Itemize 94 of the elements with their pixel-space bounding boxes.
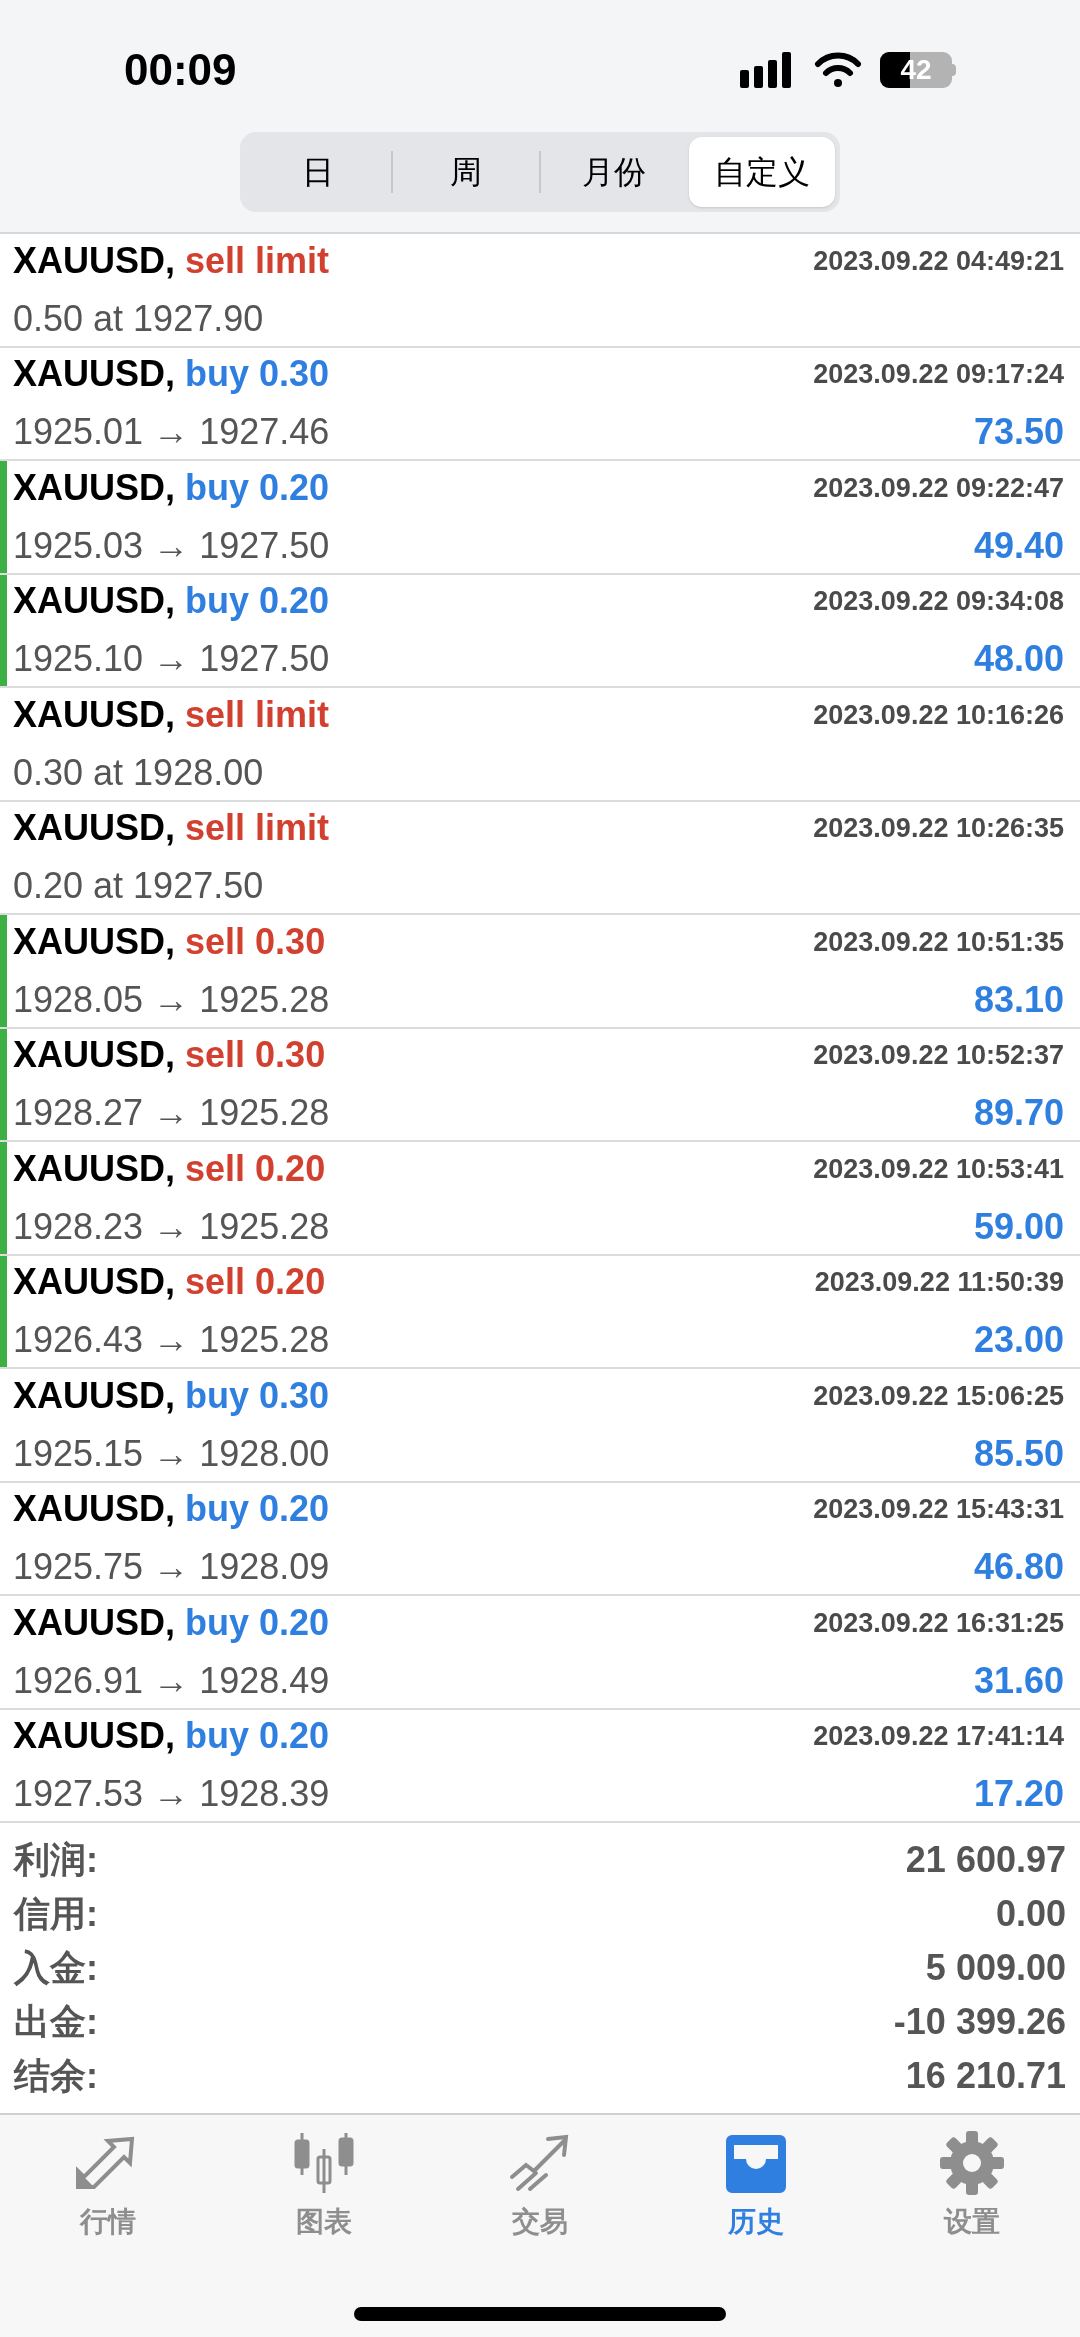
order-time: 2023.09.22 15:43:31 — [813, 1493, 1064, 1526]
price-detail: 1927.53 → 1928.39 — [13, 1772, 330, 1817]
order-row[interactable]: XAUUSD, sell limit 2023.09.22 10:26:35 0.20 at 1927.50 — [0, 801, 1080, 915]
profit-value: 85.50 — [973, 1431, 1064, 1476]
profit-value: 73.50 — [973, 410, 1064, 455]
order-type: buy 0.30 — [185, 1373, 330, 1418]
order-time: 2023.09.22 10:53:41 — [813, 1152, 1064, 1186]
order-type: buy 0.20 — [185, 579, 330, 624]
summary-value: 16 210.71 — [905, 2054, 1066, 2098]
order-type: buy 0.20 — [185, 465, 330, 510]
price-detail: 1925.10 → 1927.50 — [13, 637, 330, 682]
profit-value: 48.00 — [973, 637, 1064, 682]
price-detail: 1925.01 → 1927.46 — [13, 410, 330, 455]
symbol-label: XAUUSD, — [13, 1487, 176, 1532]
symbol-label: XAUUSD, — [13, 919, 176, 964]
symbol-label: XAUUSD, — [13, 238, 176, 283]
order-time: 2023.09.22 09:17:24 — [813, 358, 1064, 391]
order-time: 2023.09.22 11:50:39 — [814, 1266, 1064, 1299]
price-detail: 1928.23 → 1925.28 — [13, 1204, 330, 1249]
order-type: buy 0.20 — [185, 1600, 330, 1645]
order-time: 2023.09.22 09:22:47 — [813, 471, 1064, 505]
symbol-label: XAUUSD, — [13, 465, 176, 510]
symbol-label: XAUUSD, — [13, 579, 176, 624]
candlestick-icon — [292, 2131, 356, 2195]
order-row[interactable]: XAUUSD, sell 0.30 2023.09.22 10:51:35 1928.05 → 1925.28 83.10 — [0, 915, 1080, 1029]
price-detail: 1925.15 → 1928.00 — [13, 1431, 330, 1476]
symbol-label: XAUUSD, — [13, 1033, 176, 1078]
order-type: sell 0.30 — [185, 1033, 326, 1078]
order-time: 2023.09.22 15:06:25 — [813, 1379, 1064, 1413]
summary-label: 入金: — [14, 1946, 98, 1990]
order-time: 2023.09.22 16:31:25 — [813, 1606, 1064, 1640]
order-type: sell 0.30 — [185, 919, 326, 964]
summary-label: 利润: — [14, 1838, 98, 1882]
price-detail: 1925.75 → 1928.09 — [13, 1545, 330, 1590]
profit-value: 46.80 — [973, 1545, 1064, 1590]
segment-tab[interactable]: 日 — [245, 137, 391, 207]
order-type: sell limit — [185, 692, 330, 737]
order-time: 2023.09.22 04:49:21 — [813, 244, 1064, 278]
price-detail: 0.30 at 1928.00 — [13, 750, 264, 795]
symbol-label: XAUUSD, — [13, 1714, 176, 1759]
profit-value: 83.10 — [973, 977, 1064, 1022]
segment-tab[interactable]: 周 — [393, 137, 539, 207]
order-type: buy 0.20 — [185, 1714, 330, 1759]
segment-tab[interactable]: 月份 — [541, 137, 687, 207]
order-time: 2023.09.22 10:52:37 — [813, 1039, 1064, 1072]
wifi-icon — [814, 52, 862, 88]
summary-label: 结余: — [14, 2054, 98, 2098]
order-type: sell 0.20 — [185, 1146, 326, 1191]
profit-value: 23.00 — [973, 1318, 1064, 1363]
order-time: 2023.09.22 10:26:35 — [813, 812, 1064, 845]
profit-value: 59.00 — [973, 1204, 1064, 1249]
summary-label: 出金: — [14, 2000, 98, 2044]
summary-value: -10 399.26 — [893, 2000, 1066, 2044]
symbol-label: XAUUSD, — [13, 1373, 176, 1418]
order-row[interactable]: XAUUSD, buy 0.20 2023.09.22 17:41:14 1927.53 → 1928.39 17.20 — [0, 1709, 1080, 1823]
order-row[interactable]: XAUUSD, buy 0.20 2023.09.22 09:34:08 1925.10 → 1927.50 48.00 — [0, 574, 1080, 688]
price-detail: 1926.91 → 1928.49 — [13, 1658, 330, 1703]
order-row[interactable]: XAUUSD, sell limit 2023.09.22 04:49:21 0.50 at 1927.90 — [0, 234, 1080, 348]
order-row[interactable]: XAUUSD, sell 0.20 2023.09.22 10:53:41 1928.23 → 1925.28 59.00 — [0, 1142, 1080, 1256]
summary-value: 0.00 — [995, 1892, 1066, 1936]
price-detail: 0.20 at 1927.50 — [13, 864, 264, 909]
symbol-label: XAUUSD, — [13, 1146, 176, 1191]
symbol-label: XAUUSD, — [13, 1600, 176, 1645]
symbol-label: XAUUSD, — [13, 1260, 176, 1305]
summary-value: 5 009.00 — [925, 1946, 1066, 1990]
profit-value: 49.40 — [973, 523, 1064, 568]
price-detail: 1928.27 → 1925.28 — [13, 1091, 330, 1136]
price-detail: 0.50 at 1927.90 — [13, 296, 264, 341]
profit-value: 17.20 — [973, 1772, 1064, 1817]
price-detail: 1926.43 → 1925.28 — [13, 1318, 330, 1363]
price-detail: 1925.03 → 1927.50 — [13, 523, 330, 568]
symbol-label: XAUUSD, — [13, 806, 176, 851]
order-time: 2023.09.22 10:51:35 — [813, 925, 1064, 959]
order-type: sell limit — [185, 806, 330, 851]
summary-value: 21 600.97 — [905, 1838, 1066, 1882]
order-time: 2023.09.22 09:34:08 — [813, 585, 1064, 618]
order-time: 2023.09.22 10:16:26 — [813, 698, 1064, 732]
price-detail: 1928.05 → 1925.28 — [13, 977, 330, 1022]
clock-time: 00:09 — [124, 44, 237, 96]
profit-value: 31.60 — [973, 1658, 1064, 1703]
settings-icon — [940, 2131, 1004, 2195]
symbol-label: XAUUSD, — [13, 692, 176, 737]
order-time: 2023.09.22 17:41:14 — [813, 1720, 1064, 1753]
order-row[interactable]: XAUUSD, sell limit 2023.09.22 10:16:26 0.30 at 1928.00 — [0, 688, 1080, 802]
summary-label: 信用: — [14, 1892, 98, 1936]
profit-value: 89.70 — [973, 1091, 1064, 1136]
order-row[interactable]: XAUUSD, sell 0.30 2023.09.22 10:52:37 1928.27 → 1925.28 89.70 — [0, 1028, 1080, 1142]
order-type: buy 0.30 — [185, 352, 330, 397]
symbol-label: XAUUSD, — [13, 352, 176, 397]
order-type: buy 0.20 — [185, 1487, 330, 1532]
order-type: sell 0.20 — [185, 1260, 326, 1305]
tab-bar-item[interactable]: 历史 — [648, 2131, 864, 2243]
order-type: sell limit — [185, 238, 330, 283]
segment-tab[interactable]: 自定义 — [689, 137, 835, 207]
